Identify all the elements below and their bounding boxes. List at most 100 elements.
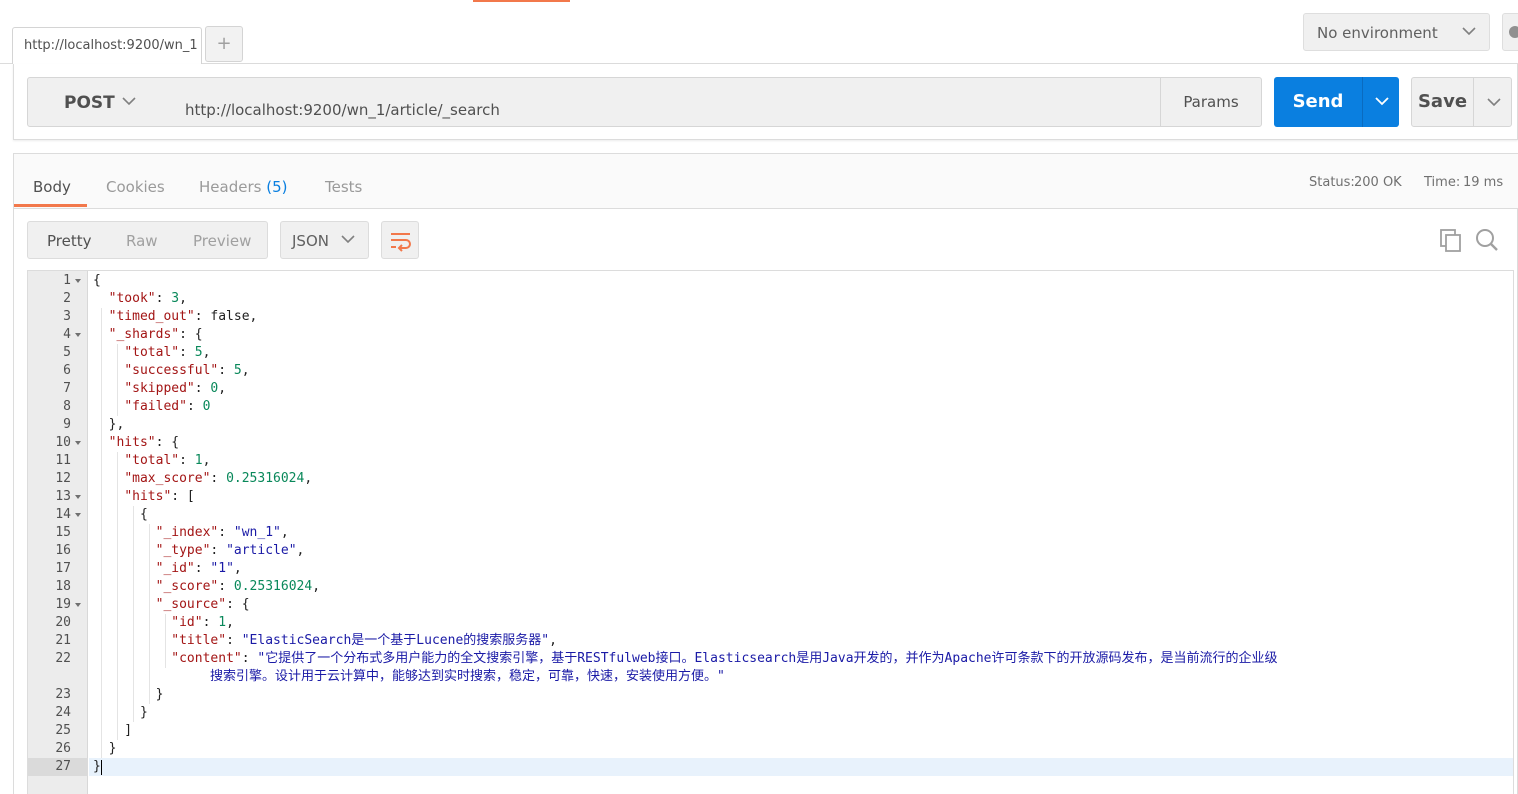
code-token: : <box>179 345 195 360</box>
code-line: "skipped": 0, <box>93 380 226 398</box>
code-token: : { <box>155 435 180 450</box>
eye-icon-button[interactable] <box>1502 13 1518 51</box>
code-token: "article" <box>226 543 297 558</box>
code-line: ] <box>93 722 132 740</box>
code-token: "ElasticSearch是一个基于Lucene的搜索服务器" <box>241 633 550 648</box>
code-token: } <box>93 741 117 756</box>
code-token: : <box>202 615 219 630</box>
code-token: : false, <box>194 309 258 324</box>
indent-guide <box>101 308 102 758</box>
code-line: } <box>93 740 117 758</box>
code-token: { <box>93 273 101 288</box>
tab-body[interactable]: Body <box>33 178 71 196</box>
code-token: "wn_1" <box>233 525 281 540</box>
code-token: , <box>233 561 242 576</box>
fold-toggle-icon[interactable] <box>75 513 81 517</box>
line-number: 9 <box>63 417 71 432</box>
chevron-down-icon <box>122 97 136 106</box>
code-line: "content": "它提供了一个分布式多用户能力的全文搜索引擎，基于REST… <box>93 650 1278 668</box>
line-number: 7 <box>63 381 71 396</box>
fold-toggle-icon[interactable] <box>75 279 81 283</box>
code-token: 0 <box>202 399 211 414</box>
code-line: "took": 3, <box>93 290 187 308</box>
line-number: 19 <box>55 597 71 612</box>
params-button[interactable]: Params <box>1160 77 1262 127</box>
search-icon[interactable] <box>1475 228 1499 252</box>
code-token: "_source" <box>155 597 227 612</box>
code-token: 1 <box>194 453 203 468</box>
copy-icon[interactable] <box>1439 228 1463 252</box>
code-token: "timed_out" <box>108 309 195 324</box>
code-token: , <box>549 633 557 648</box>
indent-guide <box>117 344 118 416</box>
view-raw[interactable]: Raw <box>126 232 158 250</box>
environment-select[interactable]: No environment <box>1303 13 1490 51</box>
code-token: : <box>155 291 172 306</box>
code-token: "它提供了一个分布式多用户能力的全文搜索引擎，基于RESTfulweb接口。El… <box>257 651 1278 666</box>
code-line: "_type": "article", <box>93 542 305 560</box>
line-number: 6 <box>63 363 71 378</box>
code-token: "hits" <box>108 435 156 450</box>
code-token: "failed" <box>124 399 187 414</box>
view-preview[interactable]: Preview <box>193 232 251 250</box>
code-line: "failed": 0 <box>93 398 210 416</box>
code-token: "content" <box>171 651 242 666</box>
line-number: 22 <box>55 651 71 666</box>
add-tab-button[interactable]: + <box>205 26 243 62</box>
active-tab-underline <box>14 204 87 207</box>
code-token: 1 <box>218 615 227 630</box>
code-token: "total" <box>124 345 180 360</box>
line-number: 5 <box>63 345 71 360</box>
line-number: 1 <box>63 273 71 288</box>
save-button[interactable]: Save <box>1411 77 1474 127</box>
line-number: 25 <box>55 723 71 738</box>
code-token: 3 <box>171 291 180 306</box>
send-dropdown-button[interactable] <box>1362 77 1399 127</box>
format-select[interactable]: JSON <box>280 221 369 259</box>
code-line: "hits": [ <box>93 488 194 506</box>
code-token: "successful" <box>124 363 219 378</box>
fold-toggle-icon[interactable] <box>75 603 81 607</box>
code-token: : { <box>179 327 203 342</box>
indent-guide <box>149 524 150 704</box>
wrap-lines-button[interactable] <box>381 221 419 259</box>
code-token: "total" <box>124 453 180 468</box>
code-token: "_shards" <box>108 327 180 342</box>
wrap-lines-icon <box>391 233 411 252</box>
send-button[interactable]: Send <box>1274 77 1362 127</box>
view-pretty[interactable]: Pretty <box>47 232 92 250</box>
environment-label: No environment <box>1317 24 1438 42</box>
fold-toggle-icon[interactable] <box>75 441 81 445</box>
tab-headers[interactable]: Headers (5) <box>199 178 287 196</box>
code-token: "id" <box>171 615 203 630</box>
tab-tests[interactable]: Tests <box>325 178 362 196</box>
code-wrapped-line: 搜索引擎。设计用于云计算中，能够达到实时搜索，稳定，可靠，快速，安装使用方便。" <box>210 669 725 684</box>
code-token: , <box>296 543 305 558</box>
line-number: 18 <box>55 579 71 594</box>
text-cursor <box>101 760 102 775</box>
chevron-down-icon <box>341 235 355 244</box>
code-token: 5 <box>194 345 203 360</box>
code-line: "_score": 0.25316024, <box>93 578 320 596</box>
request-tab[interactable]: http://localhost:9200/wn_1 <box>12 27 202 64</box>
url-input[interactable] <box>172 77 1162 127</box>
chevron-down-icon <box>1462 27 1476 36</box>
tab-cookies[interactable]: Cookies <box>106 178 165 196</box>
code-token: : <box>179 453 195 468</box>
method-select[interactable]: POST <box>27 77 173 127</box>
code-token: , <box>304 471 313 486</box>
code-token: , <box>241 363 250 378</box>
save-dropdown-button[interactable] <box>1473 77 1512 127</box>
fold-toggle-icon[interactable] <box>75 333 81 337</box>
line-number: 24 <box>55 705 71 720</box>
code-line: "hits": { <box>93 434 179 452</box>
fold-toggle-icon[interactable] <box>75 495 81 499</box>
code-line: } <box>93 686 164 704</box>
code-token: "hits" <box>124 489 172 504</box>
code-line: }, <box>93 416 125 434</box>
code-token: ] <box>93 723 133 738</box>
code-token: : <box>194 561 211 576</box>
